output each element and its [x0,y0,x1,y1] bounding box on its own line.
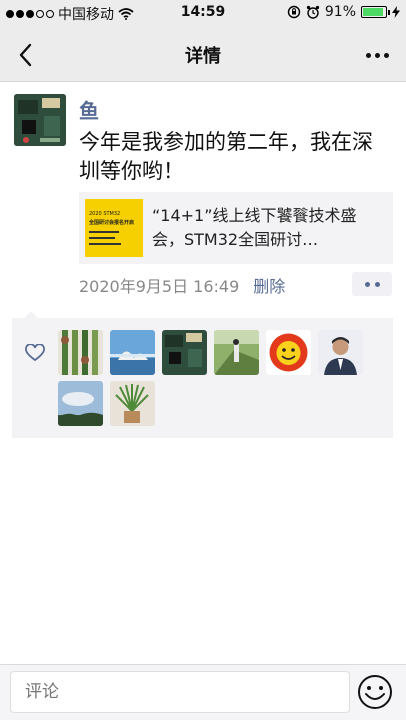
smiley-icon[interactable] [356,673,394,711]
liker-avatar[interactable] [162,330,207,375]
more-button[interactable] [362,40,392,70]
shared-link-card[interactable]: 2020 STM32 全国研讨会报名开启 “14+1”线上线下饕餮技术盛会，ST… [79,192,393,264]
shared-link-title: “14+1”线上线下饕餮技术盛会，STM32全国研讨… [152,206,357,249]
thumb-line-2: 全国研讨会报名开启 [89,220,135,226]
comment-input[interactable] [10,671,350,713]
screen: 中国移动 14:59 91% 详情 鱼 今年是我参加的第二年，我在深圳等你哟！ … [0,0,406,720]
post-meta: 2020年9月5日 16:49 删除 [79,272,285,298]
status-right: 91% [287,4,400,20]
battery-fill [363,8,384,16]
battery-percent: 91% [324,4,356,20]
alarm-icon [306,5,319,19]
charging-icon [392,6,400,18]
circuit-board-image [14,94,66,146]
liker-avatars [58,330,378,426]
shared-link-thumbnail: 2020 STM32 全国研讨会报名开启 [85,199,143,257]
liker-avatar[interactable] [110,330,155,375]
rotation-lock-icon [287,5,301,19]
post-text: 今年是我参加的第二年，我在深圳等你哟！ [79,130,373,183]
status-bar: 中国移动 14:59 91% [0,0,406,26]
nav-bar: 详情 [0,26,406,82]
heart-icon [25,344,45,362]
liker-avatar[interactable] [58,330,103,375]
liker-avatar[interactable] [318,330,363,375]
comment-bar [0,664,406,720]
battery-icon [361,6,390,18]
post-time: 2020年9月5日 16:49 [79,277,240,296]
more-dots-icon [365,52,371,58]
liker-avatar[interactable] [58,381,103,426]
more-dots-icon [364,281,370,287]
liker-avatar[interactable] [110,381,155,426]
likes-panel [12,311,393,438]
username[interactable]: 鱼 [79,95,99,124]
thumb-line-1: 2020 STM32 [89,211,121,217]
avatar[interactable] [14,94,66,146]
liker-avatar[interactable] [266,330,311,375]
liker-avatar[interactable] [214,330,259,375]
delete-button[interactable]: 删除 [253,273,285,297]
page-title: 详情 [185,46,221,67]
comment-like-menu-button[interactable] [352,272,392,296]
